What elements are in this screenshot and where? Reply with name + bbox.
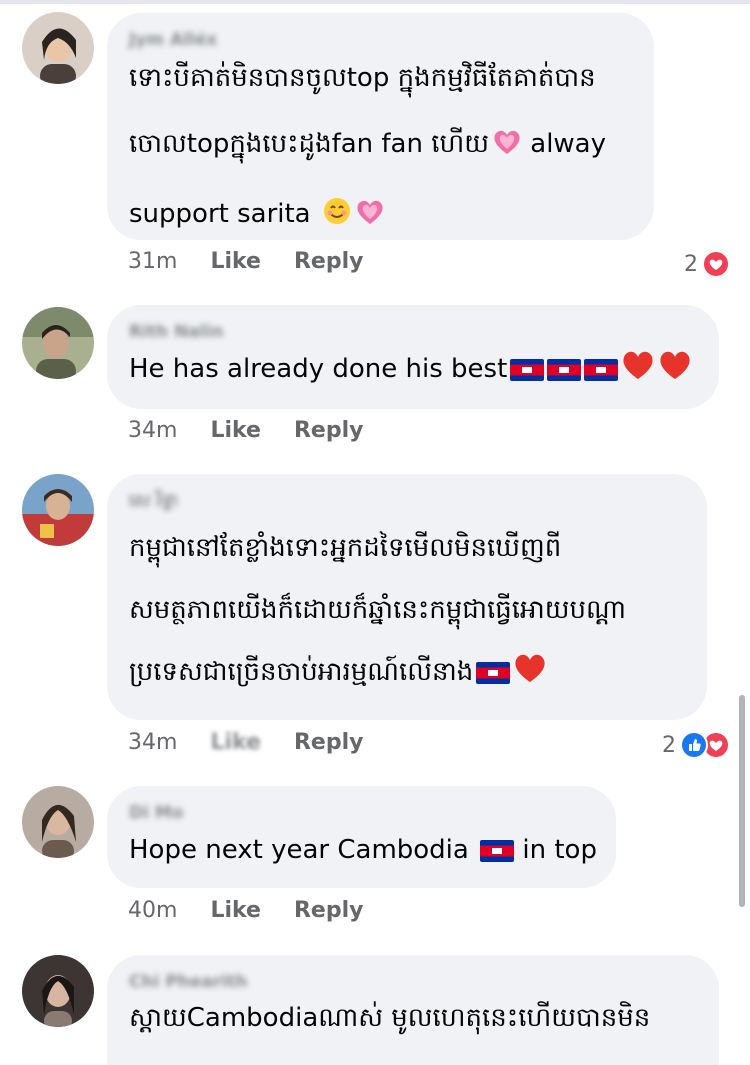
cambodia-flag-icon [480, 834, 515, 874]
reaction-summary[interactable]: 2 [662, 729, 730, 761]
red-heart-icon [621, 349, 655, 393]
comment-line: កម្ពុជានៅតែខ្លាំងទោះអ្នកដទៃមើលមិនឃើញពី [129, 533, 562, 563]
comment-line-text: alway [530, 129, 607, 159]
sparkling-heart-icon [492, 115, 522, 181]
top-divider [0, 0, 750, 4]
comment-actions: 34m Like Reply [128, 418, 389, 450]
comment-text: កម្ពុជានៅតែខ្លាំងទោះអ្នកដទៃមើលមិនឃើញពី ស… [129, 517, 685, 707]
comment-line-text: in top [522, 835, 597, 865]
cambodia-flag-icon [476, 645, 511, 707]
red-heart-icon [658, 349, 692, 393]
cambodia-flag-icon [584, 353, 619, 393]
like-button[interactable]: Like [210, 418, 261, 443]
avatar[interactable] [22, 786, 94, 858]
comment-time[interactable]: 31m [128, 249, 177, 274]
comment-author[interactable]: សេ រិទ្ធា [129, 488, 685, 514]
comment-line: សមត្ថភាពយើងក៏ដោយក៏ឆ្នាំនេះកម្ពុជាធ្វើអោយ… [129, 595, 627, 625]
comment-actions: 34m Like Reply [128, 730, 389, 762]
avatar[interactable] [22, 12, 94, 84]
comment-text: He has already done his best [129, 349, 697, 393]
comment-line: ទោះបីគាត់មិនបានចូលtop ក្នុងកម្មវិធីតែគាត… [129, 63, 596, 93]
reply-button[interactable]: Reply [294, 418, 364, 443]
like-button[interactable]: Like [210, 898, 261, 923]
reaction-count: 2 [662, 732, 676, 758]
comment-time[interactable]: 34m [128, 418, 177, 443]
cambodia-flag-icon [510, 353, 545, 393]
comment-author[interactable]: Di Mo [129, 800, 594, 826]
sparkling-heart-icon [355, 185, 385, 251]
reaction-count: 2 [684, 251, 698, 277]
comment-actions: 40m Like Reply [128, 898, 389, 930]
comment-author[interactable]: Jym Alléx [129, 27, 632, 53]
like-reaction-icon [680, 731, 708, 759]
like-button[interactable]: Like [210, 249, 261, 274]
comment-actions: 31m Like Reply [128, 249, 389, 281]
red-heart-icon [513, 645, 547, 707]
comment-bubble: Chi Phearith ស្តាយCambodiaណាស់ មូលហេតុនេ… [107, 955, 719, 1065]
comment-time[interactable]: 34m [128, 730, 177, 755]
like-button[interactable]: Like [210, 730, 261, 755]
comment-line-text: ប្រទេសជាច្រើនចាប់អារម្មណ៍លើនាង [129, 657, 474, 687]
avatar[interactable] [22, 307, 94, 379]
comment-author[interactable]: Chi Phearith [129, 969, 697, 995]
reply-button[interactable]: Reply [294, 249, 364, 274]
comment-bubble: Di Mo Hope next year Cambodia in top [107, 786, 616, 888]
comment-line-text: ចោលtopក្នុងបេះដូងfan fan ហើយ [129, 129, 489, 159]
comment-line: ស្តាយCambodiaណាស់ មូលហេតុនេះហើយបានមិន [129, 1003, 651, 1033]
comment-line-text: He has already done his best [129, 354, 508, 384]
comment-line-text: Hope next year Cambodia [129, 835, 469, 865]
comment-line-text: support sarita [129, 199, 311, 229]
comment-bubble: សេ រិទ្ធា កម្ពុជានៅតែខ្លាំងទោះអ្នកដទៃមើល… [107, 474, 707, 720]
comment-text: ទោះបីគាត់មិនបានចូលtop ក្នុងកម្មវិធីតែគាត… [129, 45, 632, 251]
comment-bubble: Rith Nalin He has already done his best [107, 305, 719, 409]
scrollbar[interactable] [739, 695, 745, 907]
comment-time[interactable]: 40m [128, 898, 177, 923]
avatar[interactable] [22, 955, 94, 1027]
smiling-face-icon [322, 185, 352, 251]
comment-bubble: Jym Alléx ទោះបីគាត់មិនបានចូលtop ក្នុងកម្… [107, 13, 654, 240]
avatar[interactable] [22, 474, 94, 546]
reply-button[interactable]: Reply [294, 730, 364, 755]
comment-line: support sarita [129, 181, 632, 251]
comment-text: Hope next year Cambodia in top [129, 830, 597, 874]
comment-line: ចោលtopក្នុងបេះដូងfan fan ហើយ alway [129, 111, 632, 181]
comment-line: ប្រទេសជាច្រើនចាប់អារម្មណ៍លើនាង [129, 641, 685, 707]
comment-text: ស្តាយCambodiaណាស់ មូលហេតុនេះហើយបានមិន [129, 995, 697, 1041]
reaction-summary[interactable]: 2 [684, 248, 730, 280]
love-reaction-icon [702, 250, 730, 278]
reply-button[interactable]: Reply [294, 898, 364, 923]
comment-author[interactable]: Rith Nalin [129, 319, 697, 345]
cambodia-flag-icon [547, 353, 582, 393]
